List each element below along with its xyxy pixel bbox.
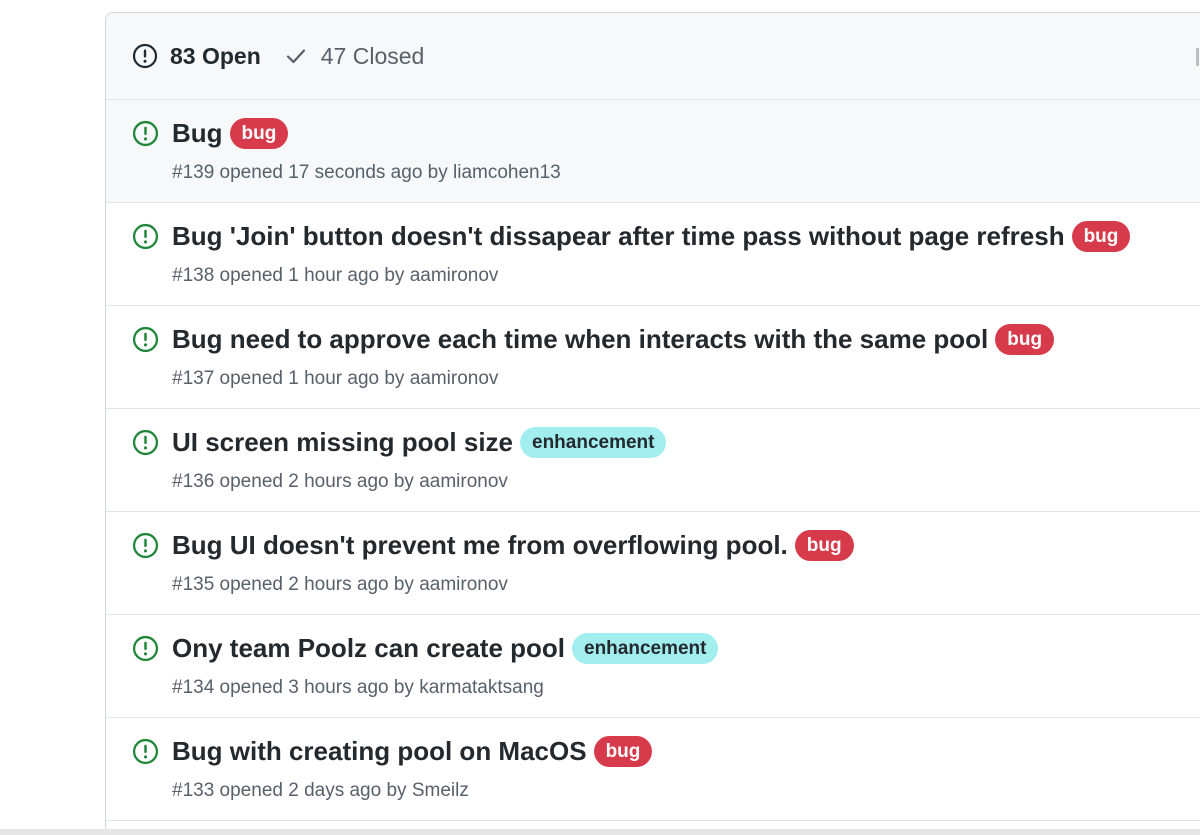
- issue-meta: #136 opened 2 hours ago by aamironov: [172, 471, 508, 493]
- issue-row[interactable]: Bug UI doesn't prevent me from overflowi…: [106, 512, 1200, 615]
- issue-row[interactable]: Bug need to approve each time when inter…: [106, 306, 1200, 409]
- issue-author-link[interactable]: aamironov: [419, 471, 508, 492]
- issue-meta-text: #138 opened 1 hour ago by: [172, 265, 410, 286]
- issue-opened-icon: [132, 223, 159, 250]
- issue-label-bug[interactable]: bug: [229, 118, 289, 149]
- issue-meta: #137 opened 1 hour ago by aamironov: [172, 368, 498, 390]
- issue-row[interactable]: Bug with creating pool on MacOS bug #133 o…: [106, 718, 1200, 821]
- bottom-edge: [0, 829, 1200, 835]
- check-icon: [285, 45, 307, 67]
- issue-row[interactable]: Ony team Poolz can create pool enhancemen…: [106, 615, 1200, 718]
- issue-opened-icon: [132, 532, 159, 559]
- issue-author-link[interactable]: karmataktsang: [419, 677, 544, 698]
- issue-title-line: Bug with creating pool on MacOS bug: [172, 736, 653, 767]
- issue-title-line: Ony team Poolz can create pool enhancemen…: [172, 633, 719, 664]
- issue-meta: #139 opened 17 seconds ago by liamcohen1…: [172, 162, 561, 184]
- issue-meta-text: #136 opened 2 hours ago by: [172, 471, 420, 492]
- closed-count-label: 47 Closed: [320, 42, 425, 69]
- issues-header: 83 Open 47 Closed: [106, 13, 1200, 100]
- issue-title-link[interactable]: Ony team Poolz can create pool: [172, 633, 565, 664]
- issue-author-link[interactable]: aamironov: [410, 265, 499, 286]
- open-issues-tab[interactable]: 83 Open: [132, 43, 261, 70]
- issue-opened-icon: [132, 738, 159, 765]
- issue-rows: Bug bug #139 opened 17 seconds ago by liam…: [106, 100, 1200, 821]
- open-count-label: 83 Open: [170, 42, 261, 69]
- issue-title-line: Bug UI doesn't prevent me from overflowi…: [172, 530, 854, 561]
- issue-author-link[interactable]: aamironov: [419, 574, 508, 595]
- issue-title-line: UI screen missing pool size enhancement: [172, 427, 667, 458]
- scrollbar[interactable]: [1196, 48, 1199, 66]
- issue-row[interactable]: Bug bug #139 opened 17 seconds ago by liam…: [106, 100, 1200, 203]
- issue-label-bug[interactable]: bug: [995, 324, 1055, 355]
- issue-author-link[interactable]: Smeilz: [412, 780, 469, 801]
- issue-author-link[interactable]: aamironov: [410, 368, 499, 389]
- issue-title-line: Bug 'Join' button doesn't dissapear afte…: [172, 221, 1131, 252]
- issue-row[interactable]: UI screen missing pool size enhancement #1…: [106, 409, 1200, 512]
- issue-opened-icon: [132, 120, 159, 147]
- issue-author-link[interactable]: liamcohen13: [453, 162, 561, 183]
- issue-meta-text: #139 opened 17 seconds ago by: [172, 162, 454, 183]
- issue-meta-text: #135 opened 2 hours ago by: [172, 574, 420, 595]
- issue-opened-icon: [132, 429, 159, 456]
- issue-meta-text: #134 opened 3 hours ago by: [172, 677, 420, 698]
- issue-title-link[interactable]: Bug 'Join' button doesn't dissapear afte…: [172, 221, 1065, 252]
- closed-issues-tab[interactable]: 47 Closed: [285, 42, 425, 70]
- issue-title-link[interactable]: Bug with creating pool on MacOS: [172, 736, 587, 767]
- issue-meta: #138 opened 1 hour ago by aamironov: [172, 265, 498, 287]
- issue-opened-icon: [132, 326, 159, 353]
- issue-label-bug[interactable]: bug: [1071, 221, 1131, 252]
- issue-label-bug[interactable]: bug: [794, 530, 854, 561]
- issue-label-enhancement[interactable]: enhancement: [520, 427, 667, 458]
- issue-label-enhancement[interactable]: enhancement: [572, 633, 719, 664]
- issue-meta: #135 opened 2 hours ago by aamironov: [172, 574, 508, 596]
- issue-title-link[interactable]: Bug UI doesn't prevent me from overflowi…: [172, 530, 788, 561]
- issue-meta-text: #133 opened 2 days ago by: [172, 780, 412, 801]
- issue-label-bug[interactable]: bug: [593, 736, 653, 767]
- issues-list: 83 Open 47 Closed Bug bug #139 opened 17 s…: [105, 12, 1200, 834]
- issue-meta: #134 opened 3 hours ago by karmataktsang: [172, 677, 544, 699]
- issue-title-line: Bug bug: [172, 118, 289, 149]
- issue-opened-icon: [132, 635, 159, 662]
- issue-title-line: Bug need to approve each time when inter…: [172, 324, 1055, 355]
- issue-meta-text: #137 opened 1 hour ago by: [172, 368, 410, 389]
- issue-title-link[interactable]: Bug need to approve each time when inter…: [172, 324, 988, 355]
- issue-row[interactable]: Bug 'Join' button doesn't dissapear afte…: [106, 203, 1200, 306]
- issue-title-link[interactable]: UI screen missing pool size: [172, 427, 513, 458]
- issue-opened-icon: [132, 43, 158, 69]
- issue-meta: #133 opened 2 days ago by Smeilz: [172, 780, 469, 802]
- issue-title-link[interactable]: Bug: [172, 118, 223, 149]
